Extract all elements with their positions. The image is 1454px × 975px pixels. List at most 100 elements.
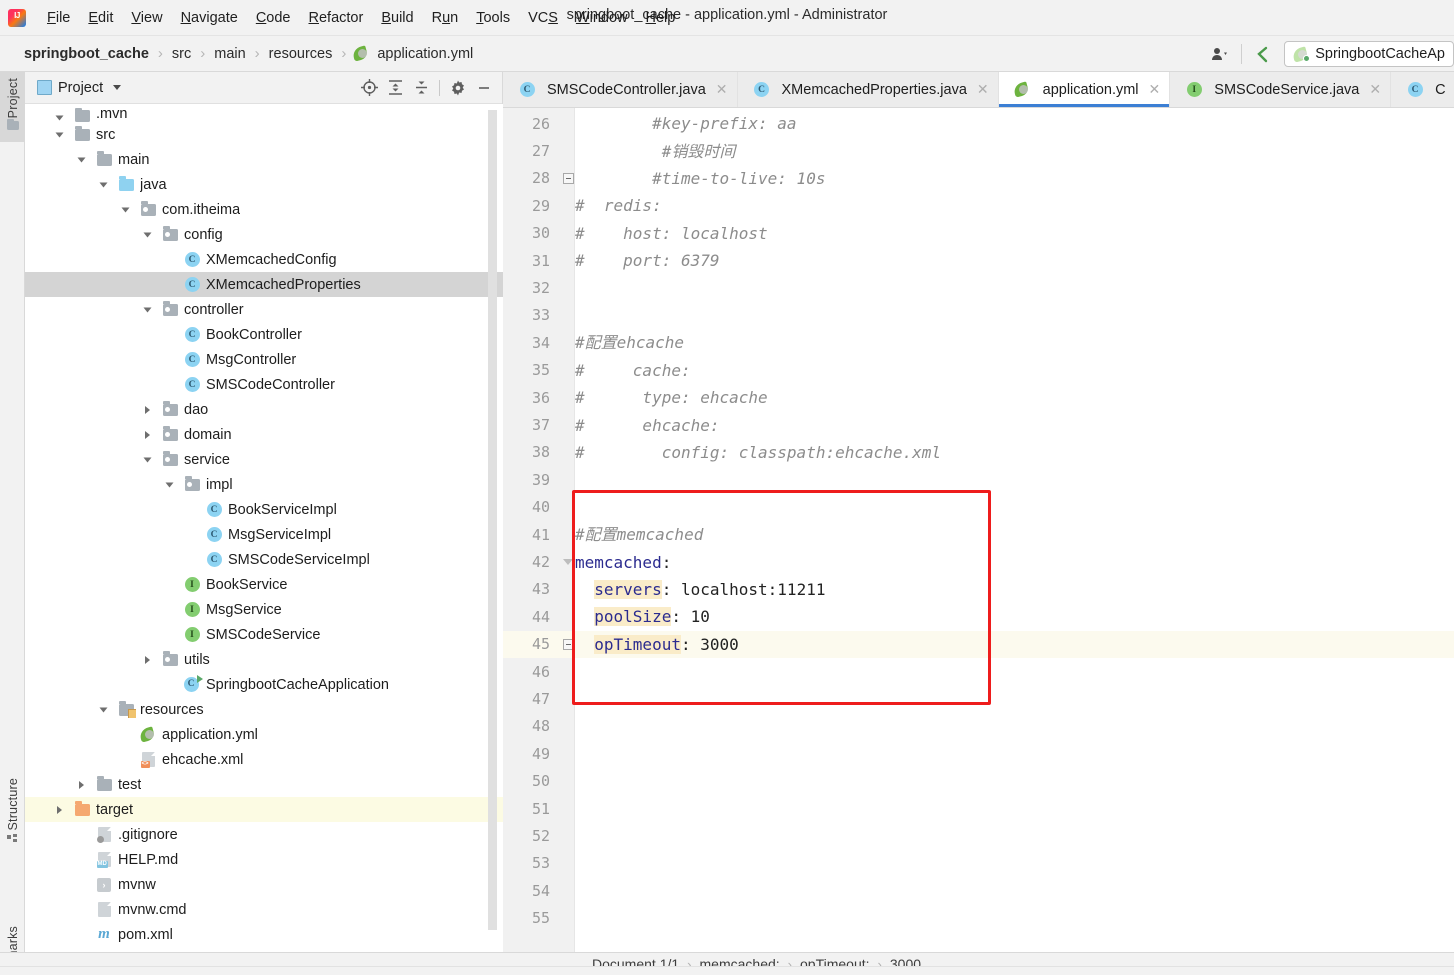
tree-toggle[interactable]: [91, 706, 116, 714]
tree-node-src[interactable]: src: [25, 122, 503, 147]
code-line-53[interactable]: 53: [503, 850, 1454, 877]
fold-end-marker[interactable]: [563, 638, 574, 650]
menu-item-navigate[interactable]: Navigate: [172, 7, 247, 29]
code-line-28[interactable]: 28 #time-to-live: 10s: [503, 165, 1454, 192]
tree-node-application-yml[interactable]: application.yml: [25, 722, 503, 747]
code-line-30[interactable]: 30 # host: localhost: [503, 220, 1454, 247]
tree-toggle[interactable]: [157, 481, 182, 489]
tree-toggle[interactable]: [135, 655, 160, 664]
tree-node-ehcache-xml[interactable]: <> ehcache.xml: [25, 747, 503, 772]
close-icon[interactable]: ✕: [977, 81, 989, 98]
code-line-52[interactable]: 52: [503, 822, 1454, 849]
code-line-34[interactable]: 34 #配置ehcache: [503, 329, 1454, 356]
code-line-36[interactable]: 36 # type: ehcache: [503, 384, 1454, 411]
menu-item-edit[interactable]: Edit: [79, 7, 122, 29]
editor-tab-xmemcachedproperties-java[interactable]: C XMemcachedProperties.java ✕: [738, 72, 999, 107]
editor-tab-smscodeservice-java[interactable]: I SMSCodeService.java ✕: [1170, 72, 1392, 107]
tree-toggle[interactable]: [135, 405, 160, 414]
code-line-33[interactable]: 33: [503, 302, 1454, 329]
tree-node-controller[interactable]: controller: [25, 297, 503, 322]
tree-node--mvn[interactable]: .mvn: [25, 104, 503, 122]
menu-item-refactor[interactable]: Refactor: [300, 7, 373, 29]
tree-toggle[interactable]: [113, 206, 138, 214]
code-line-44[interactable]: 44 poolSize: 10: [503, 603, 1454, 630]
code-line-38[interactable]: 38 # config: classpath:ehcache.xml: [503, 439, 1454, 466]
close-icon[interactable]: ✕: [716, 81, 728, 98]
close-icon[interactable]: ✕: [1149, 81, 1161, 98]
tree-node-com-itheima[interactable]: com.itheima: [25, 197, 503, 222]
tool-button-structure[interactable]: Structure: [0, 772, 25, 857]
editor-tab-smscodecontroller-java[interactable]: C SMSCodeController.java ✕: [503, 72, 738, 107]
code-line-27[interactable]: 27 #销毁时间: [503, 137, 1454, 164]
locate-target-icon[interactable]: [357, 76, 381, 100]
code-line-45[interactable]: 45 opTimeout: 3000: [503, 630, 1454, 658]
menu-item-run[interactable]: Run: [423, 7, 468, 29]
project-tree-scrollbar[interactable]: [488, 110, 497, 930]
menu-item-view[interactable]: View: [122, 7, 171, 29]
tree-toggle[interactable]: [69, 780, 94, 789]
tree-toggle[interactable]: [135, 430, 160, 439]
tree-node-msgcontroller[interactable]: C MsgController: [25, 347, 503, 372]
tree-toggle[interactable]: [47, 114, 72, 122]
code-line-46[interactable]: 46: [503, 658, 1454, 685]
menu-item-code[interactable]: Code: [247, 7, 300, 29]
tree-node-mvnw-cmd[interactable]: mvnw.cmd: [25, 897, 503, 922]
tree-node--gitignore[interactable]: .gitignore: [25, 822, 503, 847]
tree-node-main[interactable]: main: [25, 147, 503, 172]
code-line-50[interactable]: 50: [503, 768, 1454, 795]
code-line-29[interactable]: 29 # redis:: [503, 192, 1454, 219]
code-line-32[interactable]: 32: [503, 274, 1454, 301]
tree-toggle[interactable]: [69, 156, 94, 164]
close-icon[interactable]: ✕: [1369, 81, 1381, 98]
tree-node-pom-xml[interactable]: m pom.xml: [25, 922, 503, 947]
menu-item-tools[interactable]: Tools: [467, 7, 519, 29]
code-line-43[interactable]: 43 servers: localhost:11211: [503, 576, 1454, 603]
tree-node-dao[interactable]: dao: [25, 397, 503, 422]
tree-toggle[interactable]: [135, 231, 160, 239]
tree-node-test[interactable]: test: [25, 772, 503, 797]
tree-node-config[interactable]: config: [25, 222, 503, 247]
code-line-51[interactable]: 51: [503, 795, 1454, 822]
tree-node-impl[interactable]: impl: [25, 472, 503, 497]
collapse-all-icon[interactable]: [409, 76, 433, 100]
tree-node-springbootcacheapplication[interactable]: C SpringbootCacheApplication: [25, 672, 503, 697]
tree-node-smscodeserviceimpl[interactable]: C SMSCodeServiceImpl: [25, 547, 503, 572]
code-line-31[interactable]: 31 # port: 6379: [503, 247, 1454, 274]
breadcrumb-item-springboot-cache[interactable]: springboot_cache: [22, 44, 151, 64]
code-line-40[interactable]: 40: [503, 494, 1454, 521]
tree-node-smscodecontroller[interactable]: C SMSCodeController: [25, 372, 503, 397]
run-configuration-selector[interactable]: SpringbootCacheAp: [1284, 40, 1454, 67]
menu-item-window[interactable]: Window: [567, 7, 637, 29]
gear-icon[interactable]: [446, 76, 470, 100]
menu-item-vcs[interactable]: VCS: [519, 7, 567, 29]
code-line-55[interactable]: 55: [503, 905, 1454, 932]
editor-tab-application-yml[interactable]: application.yml ✕: [998, 72, 1171, 107]
tree-toggle[interactable]: [135, 306, 160, 314]
fold-collapse-icon[interactable]: [563, 559, 573, 566]
code-line-54[interactable]: 54: [503, 877, 1454, 904]
chevron-down-icon[interactable]: [113, 85, 122, 90]
tree-toggle[interactable]: [47, 805, 72, 814]
code-line-26[interactable]: 26 #key-prefix: aa: [503, 110, 1454, 137]
minimize-icon[interactable]: [472, 76, 496, 100]
breadcrumb-item-application-yml[interactable]: application.yml: [375, 44, 475, 64]
tree-node-domain[interactable]: domain: [25, 422, 503, 447]
editor-tab-c[interactable]: CC: [1391, 72, 1454, 107]
menu-item-help[interactable]: Help: [636, 7, 684, 29]
tree-node-target[interactable]: target: [25, 797, 503, 822]
tree-node-service[interactable]: service: [25, 447, 503, 472]
tree-toggle[interactable]: [91, 181, 116, 189]
fold-end-marker[interactable]: [563, 172, 574, 184]
code-line-35[interactable]: 35 # cache:: [503, 357, 1454, 384]
tree-toggle[interactable]: [135, 456, 160, 464]
project-tree[interactable]: .mvn src main java com.itheima config C XMemcac…: [25, 104, 503, 952]
user-dropdown-icon[interactable]: [1205, 41, 1235, 67]
tree-node-smscodeservice[interactable]: I SMSCodeService: [25, 622, 503, 647]
code-line-47[interactable]: 47: [503, 685, 1454, 712]
breadcrumb-item-resources[interactable]: resources: [267, 44, 335, 64]
code-line-48[interactable]: 48: [503, 713, 1454, 740]
tree-node-utils[interactable]: utils: [25, 647, 503, 672]
code-line-42[interactable]: 42 memcached:: [503, 548, 1454, 575]
back-arrow-icon[interactable]: [1248, 41, 1278, 67]
tree-node-help-md[interactable]: MD HELP.md: [25, 847, 503, 872]
